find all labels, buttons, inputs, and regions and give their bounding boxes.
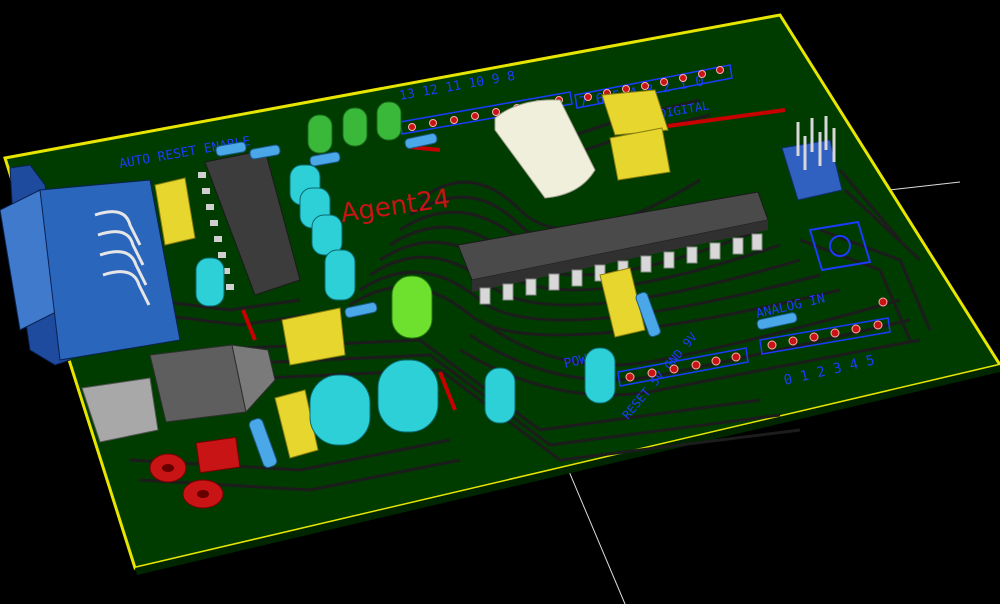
pcb-3d-render: AUTO RESET ENABLE 13 12 11 10 9 8 7 6 5 …	[0, 13, 1000, 604]
pcb-3d-viewport[interactable]: AUTO RESET ENABLE 13 12 11 10 9 8 7 6 5 …	[0, 0, 1000, 604]
regulator-icon	[149, 344, 247, 423]
db9-serial-connector[interactable]	[0, 164, 181, 366]
pcb-board[interactable]: AUTO RESET ENABLE 13 12 11 10 9 8 7 6 5 …	[0, 13, 1000, 575]
